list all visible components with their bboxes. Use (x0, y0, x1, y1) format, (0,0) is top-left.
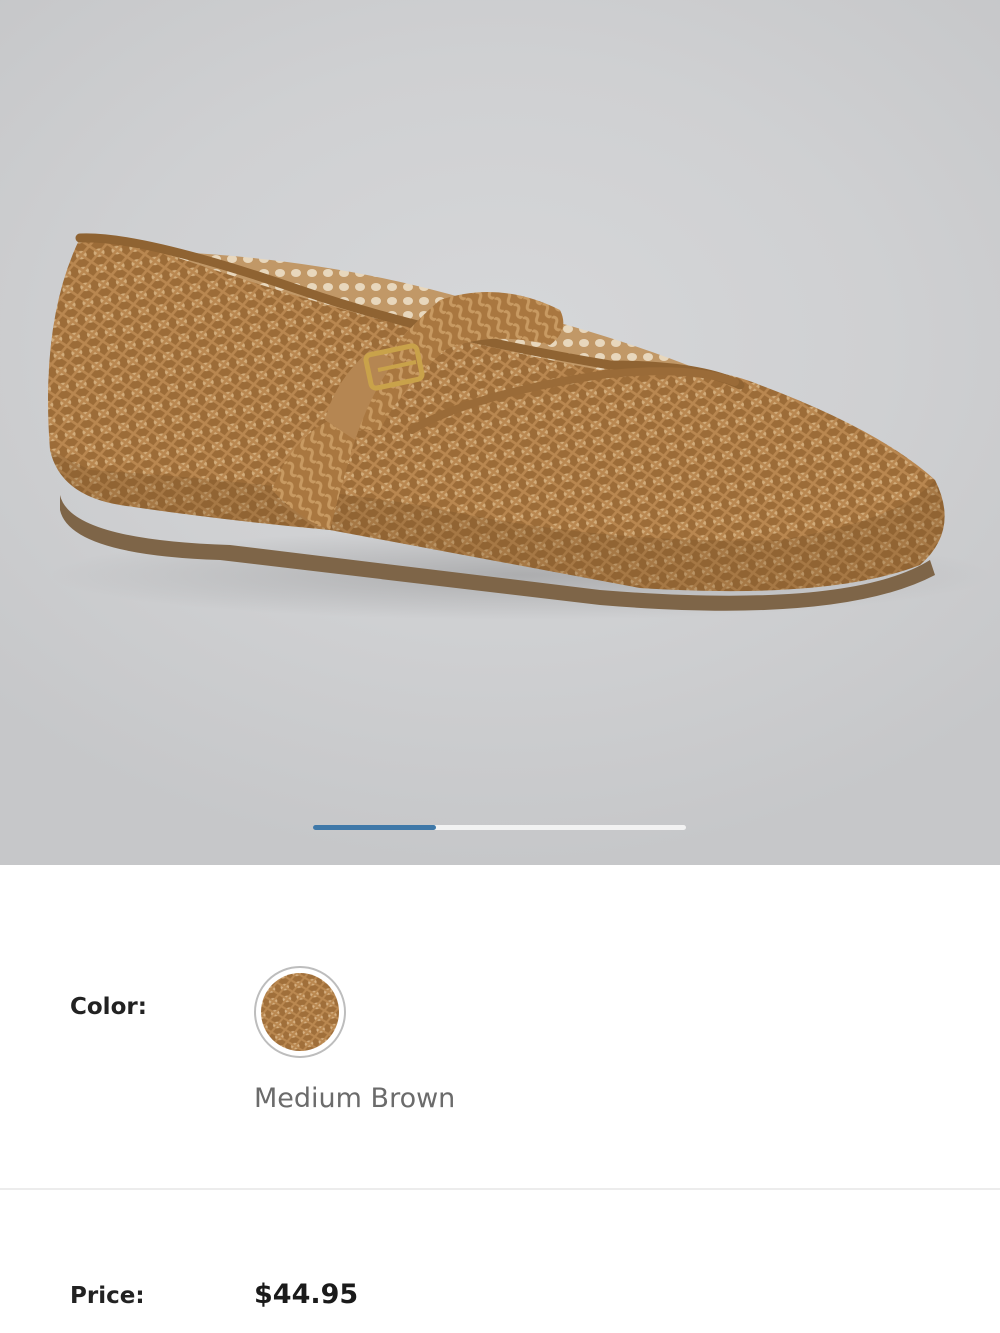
color-swatch-medium-brown[interactable] (254, 966, 346, 1058)
color-label: Color: (70, 994, 147, 1020)
gallery-progress-indicator (313, 825, 437, 830)
product-image (48, 233, 990, 620)
product-image-gallery[interactable] (0, 0, 1000, 865)
price-label: Price: (70, 1283, 145, 1309)
gallery-progress-track[interactable] (313, 825, 686, 830)
section-divider (0, 1188, 1000, 1190)
swatch-texture (261, 973, 339, 1051)
selected-color-name: Medium Brown (254, 1083, 456, 1114)
price-value: $44.95 (254, 1279, 359, 1310)
